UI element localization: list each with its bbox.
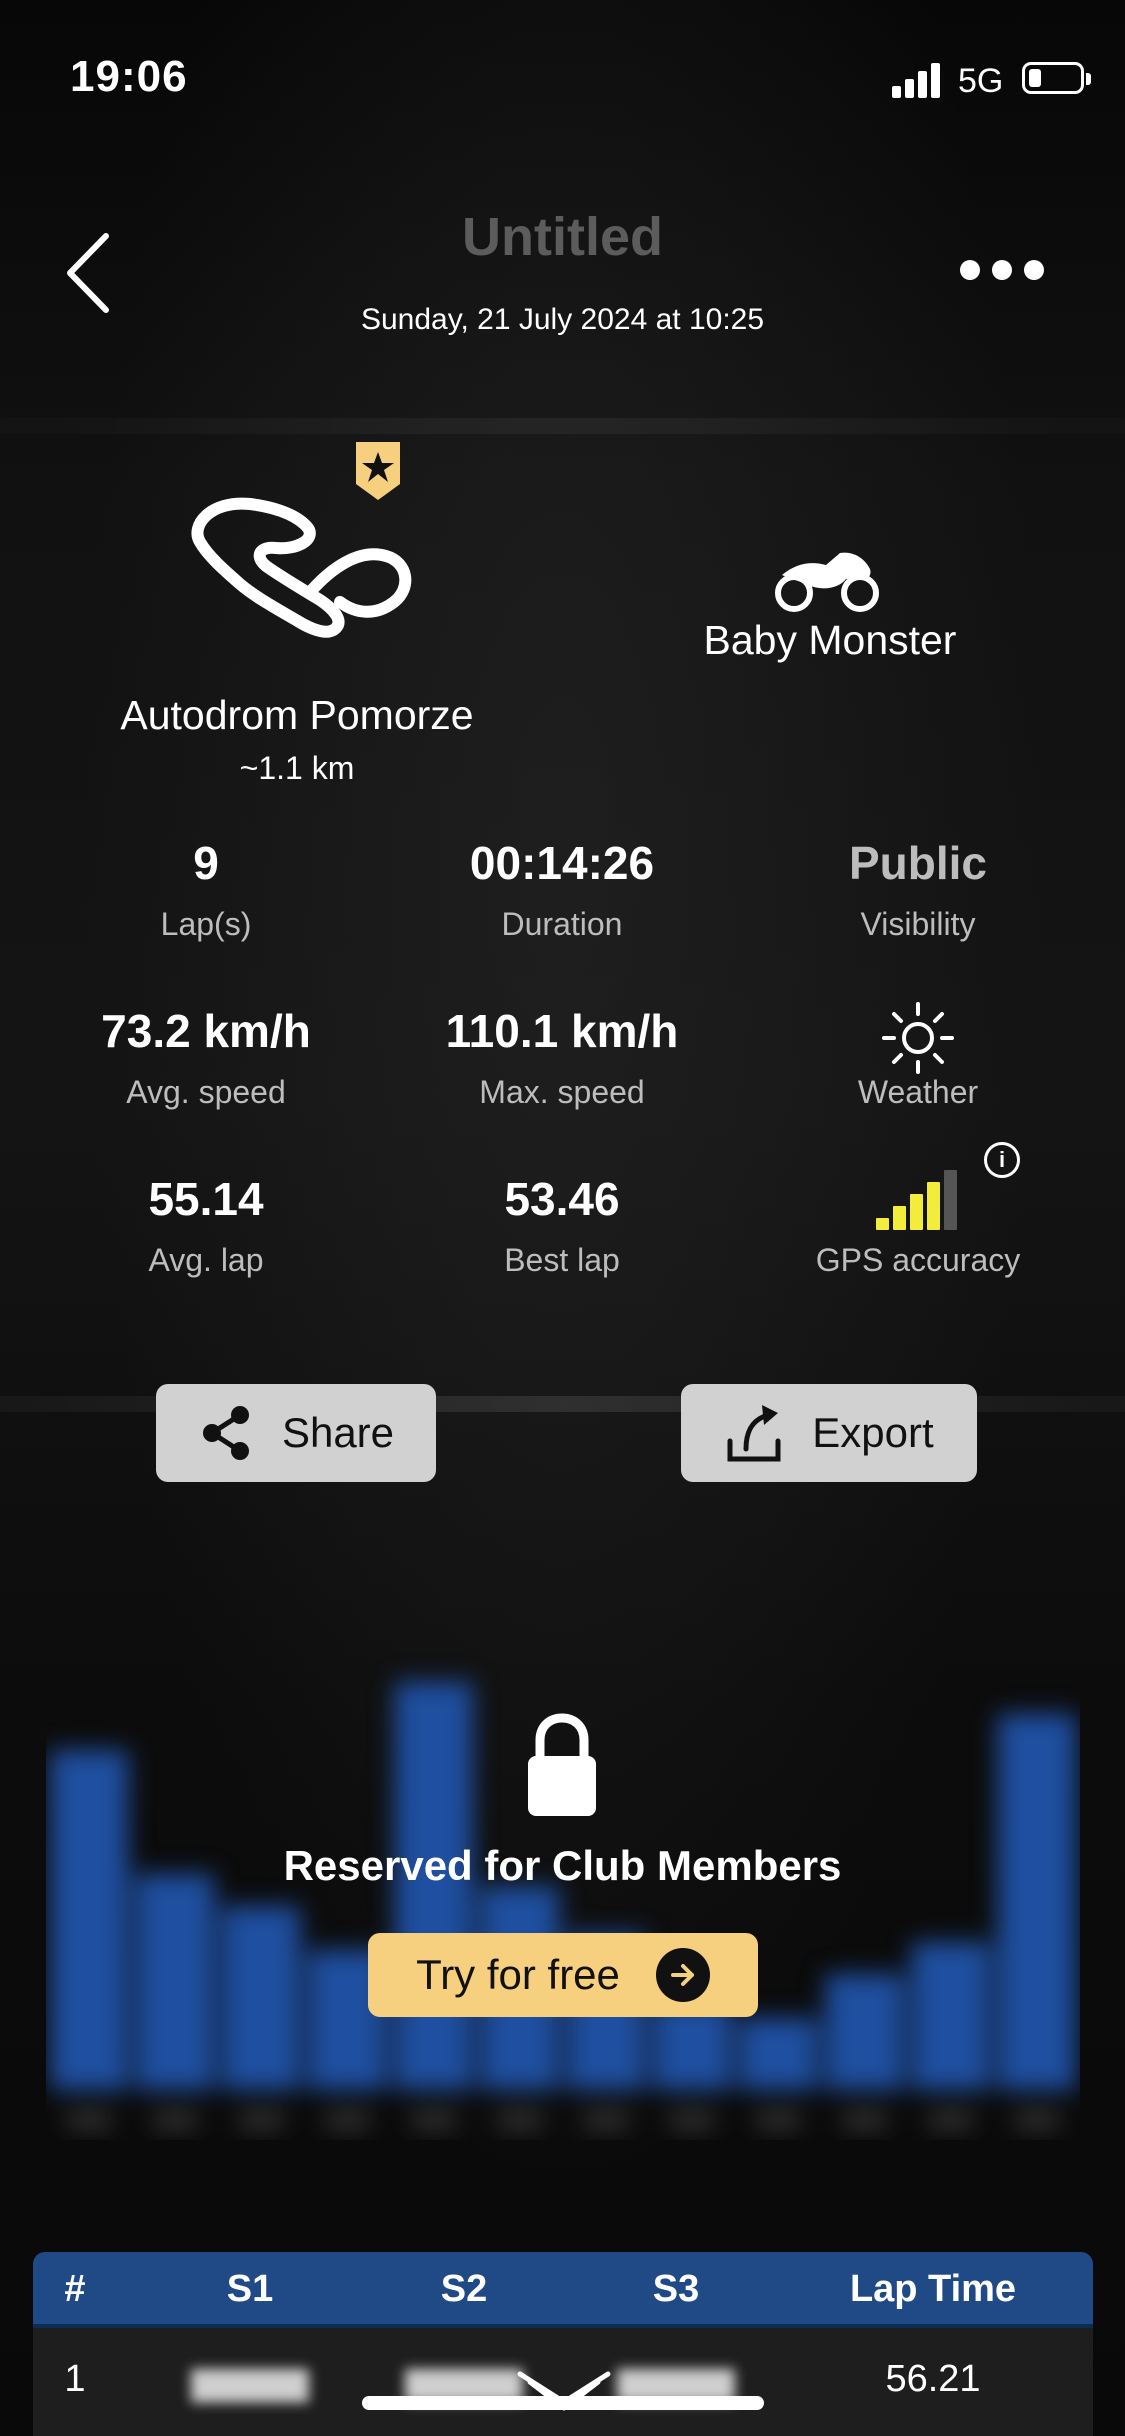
export-icon bbox=[727, 1405, 781, 1462]
bike-name: Baby Monster bbox=[703, 617, 957, 663]
try-for-free-label: Try for free bbox=[416, 1951, 620, 1998]
chart-bar bbox=[222, 1906, 301, 2090]
arrow-right-icon bbox=[655, 1948, 710, 2002]
status-time: 19:06 bbox=[70, 52, 188, 101]
share-button[interactable]: Share bbox=[156, 1384, 436, 1482]
signal-icon bbox=[892, 62, 942, 98]
lap-number: 1 bbox=[64, 2358, 86, 2400]
laps-table-header: # S1 S2 S3 Lap Time bbox=[33, 2252, 1093, 2328]
motorcycle-icon[interactable] bbox=[772, 545, 882, 613]
home-indicator[interactable] bbox=[362, 2396, 764, 2410]
chart-tick-label bbox=[497, 2112, 542, 2128]
export-label: Export bbox=[812, 1409, 934, 1456]
sector-1-time-hidden: ▆▆▆▆ bbox=[191, 2360, 309, 2402]
track-length: ~1.1 km bbox=[239, 750, 355, 786]
chart-tick-label bbox=[756, 2112, 801, 2128]
chart-bar bbox=[136, 1874, 215, 2090]
chart-tick-label bbox=[239, 2112, 284, 2128]
locked-message: Reserved for Club Members bbox=[283, 1842, 842, 1889]
avg-speed-label: Avg. speed bbox=[126, 1074, 286, 1110]
gps-signal-icon bbox=[876, 1166, 962, 1230]
chart-bar bbox=[911, 1942, 990, 2090]
chart-tick-label bbox=[1014, 2112, 1059, 2128]
max-speed-value: 110.1 km/h bbox=[445, 1005, 679, 1057]
weather-label: Weather bbox=[857, 1074, 979, 1110]
share-icon bbox=[202, 1406, 249, 1460]
chart-tick-label bbox=[842, 2112, 887, 2128]
chart-tick-label bbox=[584, 2112, 629, 2128]
duration-value: 00:14:26 bbox=[469, 837, 655, 889]
lock-icon bbox=[524, 1712, 600, 1820]
col-s2: S2 bbox=[440, 2268, 488, 2310]
visibility-label: Visibility bbox=[860, 906, 976, 942]
export-button[interactable]: Export bbox=[681, 1384, 977, 1482]
best-lap-value: 53.46 bbox=[504, 1173, 620, 1225]
col-lap-time: Lap Time bbox=[849, 2268, 1017, 2310]
track-name: Autodrom Pomorze bbox=[120, 692, 474, 738]
laps-value: 9 bbox=[193, 837, 219, 889]
gps-label: GPS accuracy bbox=[815, 1242, 1021, 1278]
visibility-value[interactable]: Public bbox=[748, 836, 1088, 890]
best-lap-label: Best lap bbox=[504, 1242, 620, 1278]
lap-time: 56.21 bbox=[885, 2358, 981, 2400]
duration-label: Duration bbox=[501, 906, 623, 942]
more-options-button[interactable] bbox=[952, 250, 1052, 290]
avg-speed-value: 73.2 km/h bbox=[101, 1005, 311, 1057]
col-number: # bbox=[64, 2268, 86, 2310]
sun-icon[interactable] bbox=[880, 1000, 956, 1076]
background-stripe bbox=[0, 418, 1125, 434]
chart-bar bbox=[50, 1750, 129, 2090]
chart-tick-label bbox=[411, 2112, 456, 2128]
avg-lap-label: Avg. lap bbox=[148, 1242, 264, 1278]
max-speed-label: Max. speed bbox=[479, 1074, 645, 1110]
chart-tick-label bbox=[153, 2112, 198, 2128]
try-for-free-button[interactable]: Try for free bbox=[368, 1933, 758, 2017]
track-map-icon[interactable] bbox=[180, 490, 416, 640]
battery-icon bbox=[1022, 62, 1091, 94]
col-s1: S1 bbox=[226, 2268, 274, 2310]
chart-tick-label bbox=[928, 2112, 973, 2128]
avg-lap-value: 55.14 bbox=[148, 1173, 264, 1225]
chart-bar bbox=[825, 1974, 904, 2090]
chart-bar bbox=[997, 1714, 1076, 2090]
chart-tick-label bbox=[325, 2112, 370, 2128]
col-s3: S3 bbox=[652, 2268, 700, 2310]
share-label: Share bbox=[281, 1409, 395, 1456]
info-icon[interactable]: i bbox=[984, 1142, 1020, 1178]
chart-bar bbox=[739, 2018, 818, 2090]
chart-tick-label bbox=[67, 2112, 112, 2128]
network-label: 5G bbox=[958, 62, 1004, 100]
session-date: Sunday, 21 July 2024 at 10:25 bbox=[360, 303, 765, 336]
chart-tick-label bbox=[670, 2112, 715, 2128]
laps-label: Lap(s) bbox=[160, 906, 252, 942]
